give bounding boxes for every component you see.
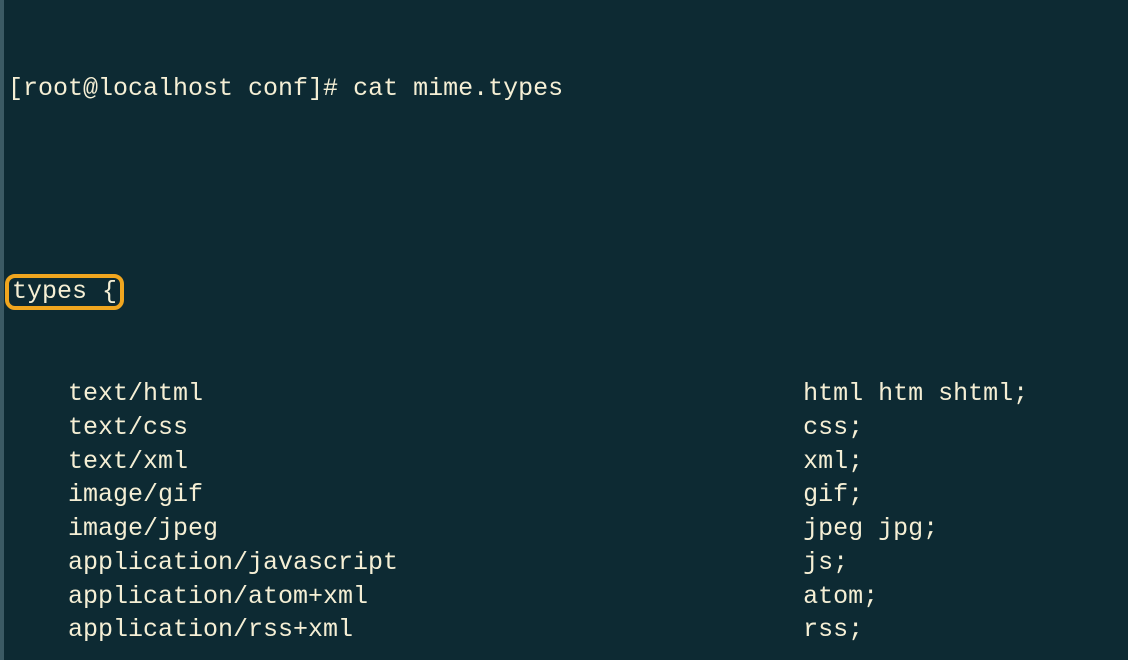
mime-ext: atom; (803, 580, 1128, 614)
mime-type: application/atom+xml (68, 580, 803, 614)
indent (8, 411, 68, 445)
indent (8, 445, 68, 479)
mime-ext: gif; (803, 478, 1128, 512)
mime-type: image/jpeg (68, 512, 803, 546)
mime-row: text/xmlxml; (8, 445, 1128, 479)
mime-row: application/rss+xmlrss; (8, 613, 1128, 647)
types-opener-line: types { (8, 274, 1128, 310)
mime-type: application/javascript (68, 546, 803, 580)
indent (8, 613, 68, 647)
mime-ext: css; (803, 411, 1128, 445)
mime-row: image/gifgif; (8, 478, 1128, 512)
mime-type: text/css (68, 411, 803, 445)
prompt-line: [root@localhost conf]# cat mime.types (8, 72, 1128, 106)
mime-row: application/javascriptjs; (8, 546, 1128, 580)
command-text: cat mime.types (353, 74, 563, 103)
indent (8, 377, 68, 411)
mime-type: application/rss+xml (68, 613, 803, 647)
mime-ext: rss; (803, 613, 1128, 647)
mime-type: text/html (68, 377, 803, 411)
mime-row: text/csscss; (8, 411, 1128, 445)
mime-ext: jpeg jpg; (803, 512, 1128, 546)
blank-line (8, 173, 1128, 207)
prompt-prefix: [root@localhost conf]# (8, 74, 338, 103)
mime-row: text/htmlhtml htm shtml; (8, 377, 1128, 411)
highlight-box: types { (5, 274, 124, 310)
mime-row: application/atom+xmlatom; (8, 580, 1128, 614)
indent (8, 512, 68, 546)
indent (8, 478, 68, 512)
mime-ext: xml; (803, 445, 1128, 479)
mime-type: text/xml (68, 445, 803, 479)
mime-type: image/gif (68, 478, 803, 512)
mime-row: image/jpegjpeg jpg; (8, 512, 1128, 546)
terminal-output: [root@localhost conf]# cat mime.types ty… (0, 0, 1128, 660)
mime-ext: js; (803, 546, 1128, 580)
indent (8, 580, 68, 614)
mime-ext: html htm shtml; (803, 377, 1128, 411)
indent (8, 546, 68, 580)
blank-line (8, 647, 1128, 660)
